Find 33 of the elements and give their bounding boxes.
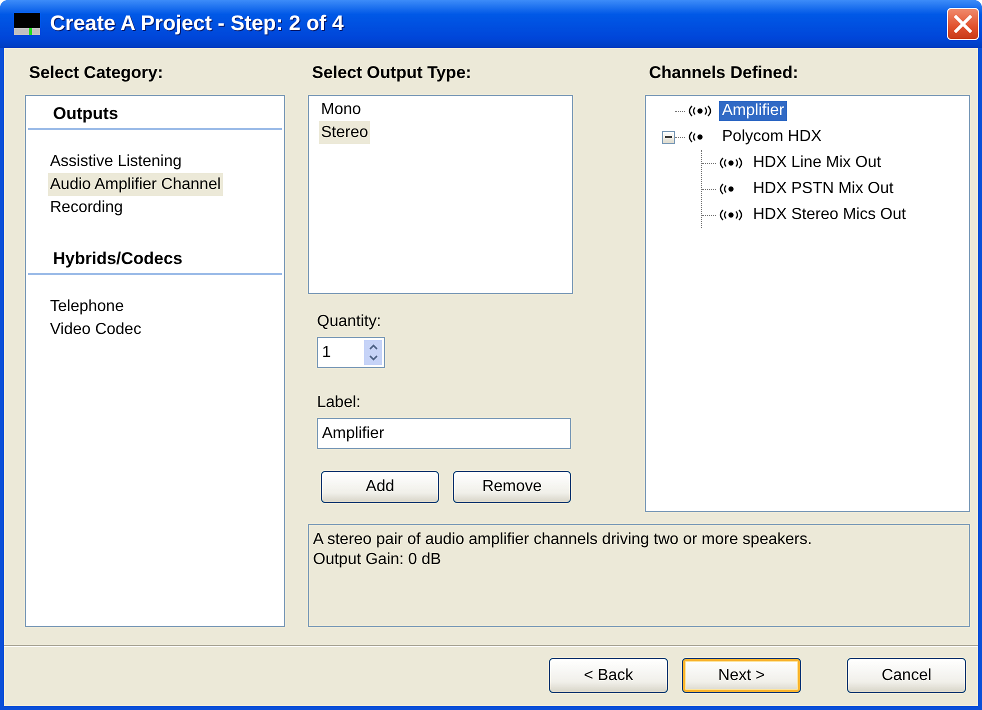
category-item[interactable]: Telephone xyxy=(48,295,126,318)
section-heading: Select Category: xyxy=(29,62,164,82)
group-heading: Hybrids/Codecs xyxy=(28,243,282,275)
label-field[interactable]: Amplifier xyxy=(317,418,571,449)
action-button[interactable]: Add xyxy=(321,471,439,503)
wizard-button[interactable]: Cancel xyxy=(847,658,966,693)
wizard-button[interactable]: < Back xyxy=(549,658,668,693)
field-label: Label: xyxy=(317,394,362,412)
wizard-button[interactable]: Next > xyxy=(682,658,801,693)
group-heading: Outputs xyxy=(28,98,282,130)
description-text: A stereo pair of audio amplifier channels driving two or more speakers. xyxy=(313,530,813,550)
close-button[interactable] xyxy=(947,8,979,40)
tree-item[interactable]: HDX Line Mix Out xyxy=(750,153,884,173)
category-item[interactable]: Assistive Listening xyxy=(48,150,184,173)
section-heading: Select Output Type: xyxy=(312,62,472,82)
category-item[interactable]: Video Codec xyxy=(48,318,144,341)
window-title: Create A Project - Step: 2 of 4 xyxy=(50,12,345,36)
tree-item[interactable]: Polycom HDX xyxy=(719,127,825,147)
tree-item[interactable]: HDX PSTN Mix Out xyxy=(750,179,896,199)
app-icon xyxy=(14,13,40,35)
tree-item[interactable]: Amplifier xyxy=(719,101,788,121)
minus-icon xyxy=(665,136,672,138)
output-type-item[interactable]: Mono xyxy=(319,98,364,121)
description-text: Output Gain: 0 dB xyxy=(313,550,442,570)
action-button[interactable]: Remove xyxy=(453,471,571,503)
category-item[interactable]: Recording xyxy=(48,196,125,219)
tree-item[interactable]: HDX Stereo Mics Out xyxy=(750,205,909,225)
close-icon xyxy=(954,15,972,33)
section-heading: Channels Defined: xyxy=(649,62,800,82)
output-type-item[interactable]: Stereo xyxy=(319,121,370,144)
category-item[interactable]: Audio Amplifier Channel xyxy=(48,173,223,196)
collapse-toggle[interactable] xyxy=(662,130,675,144)
field-label: Quantity: xyxy=(317,313,382,331)
